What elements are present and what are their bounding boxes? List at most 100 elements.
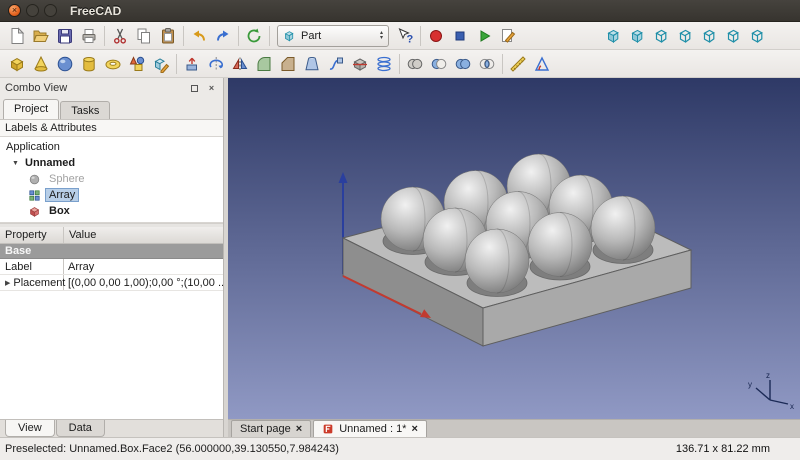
tab-tasks[interactable]: Tasks	[60, 101, 110, 119]
part-union-button[interactable]	[451, 52, 475, 76]
part-chamfer-button[interactable]	[276, 52, 300, 76]
tree-item-box[interactable]: Box	[0, 203, 223, 219]
undo-button[interactable]	[187, 24, 211, 48]
property-group-base[interactable]: Base	[0, 244, 223, 259]
tree-items: SphereArrayBox	[0, 171, 223, 219]
redo-button[interactable]	[211, 24, 235, 48]
part-boolean-icon	[406, 55, 424, 73]
part-cross-sections-button[interactable]	[372, 52, 396, 76]
cut-button[interactable]	[108, 24, 132, 48]
part-primitives-button[interactable]	[125, 52, 149, 76]
file-new-button[interactable]	[5, 24, 29, 48]
status-message: Preselected: Unnamed.Box.Face2 (56.00000…	[5, 443, 339, 455]
paste-button[interactable]	[156, 24, 180, 48]
close-icon: ×	[209, 83, 214, 93]
view-front-button[interactable]	[649, 24, 673, 48]
file-save-button[interactable]	[53, 24, 77, 48]
part-extrude-button[interactable]	[180, 52, 204, 76]
tab-close-icon[interactable]: ×	[296, 423, 302, 435]
measure-linear-icon	[509, 55, 527, 73]
window-maximize-button[interactable]	[44, 4, 57, 17]
column-value[interactable]: Value	[64, 227, 223, 243]
document-tab-start-page[interactable]: Start page×	[231, 420, 311, 437]
property-row-label[interactable]: LabelArray	[0, 259, 223, 275]
toolbar-separator	[502, 54, 503, 74]
property-row-placement[interactable]: ▶Placement[(0,00 0,00 1,00);0,00 °;(10,0…	[0, 275, 223, 291]
measure-angular-button[interactable]	[530, 52, 554, 76]
tree-document-unnamed[interactable]: ▼ Unnamed	[0, 155, 223, 171]
view-front-icon	[652, 27, 670, 45]
file-save-icon	[56, 27, 74, 45]
expander-icon[interactable]: ▼	[12, 160, 21, 167]
panel-close-button[interactable]: ×	[205, 82, 218, 95]
file-open-button[interactable]	[29, 24, 53, 48]
property-header: Property Value	[0, 227, 223, 244]
view-right-button[interactable]	[697, 24, 721, 48]
print-button[interactable]	[77, 24, 101, 48]
view-top-button[interactable]	[673, 24, 697, 48]
tree-item-label: Box	[45, 204, 74, 218]
macro-stop-button[interactable]	[448, 24, 472, 48]
3d-view[interactable]: z y x	[228, 78, 800, 419]
part-mirror-button[interactable]	[228, 52, 252, 76]
part-sphere-button[interactable]	[53, 52, 77, 76]
tree-section-header: Labels & Attributes	[0, 119, 223, 137]
undo-icon	[190, 27, 208, 45]
part-boolean-button[interactable]	[403, 52, 427, 76]
tree-box-icon	[28, 205, 41, 218]
tree-root-application[interactable]: Application	[0, 139, 223, 155]
tab-data[interactable]: Data	[56, 420, 105, 437]
toolbar-file: Part▴▾?	[0, 22, 800, 50]
macro-edit-button[interactable]	[496, 24, 520, 48]
part-section-icon	[351, 55, 369, 73]
part-cut-button[interactable]	[427, 52, 451, 76]
part-torus-button[interactable]	[101, 52, 125, 76]
tab-close-icon[interactable]: ×	[411, 423, 417, 435]
property-value[interactable]: Array	[64, 261, 223, 273]
draw-style-icon	[604, 27, 622, 45]
title-bar[interactable]: × FreeCAD	[0, 0, 800, 22]
view-bottom-button[interactable]	[745, 24, 769, 48]
macro-play-button[interactable]	[472, 24, 496, 48]
workbench-selector[interactable]: Part▴▾	[277, 25, 389, 47]
macro-play-icon	[475, 27, 493, 45]
document-tab-unnamed-1[interactable]: Unnamed : 1*×	[313, 420, 427, 437]
view-rear-button[interactable]	[721, 24, 745, 48]
part-box-button[interactable]	[5, 52, 29, 76]
combo-view-title: Combo View	[5, 82, 67, 94]
expander-icon[interactable]: ▶	[5, 279, 10, 287]
file-open-icon	[32, 27, 50, 45]
column-property[interactable]: Property	[0, 227, 64, 243]
tree-item-array[interactable]: Array	[0, 187, 223, 203]
part-revolve-button[interactable]	[204, 52, 228, 76]
part-fillet-button[interactable]	[252, 52, 276, 76]
view-isometric-button[interactable]	[625, 24, 649, 48]
part-cross-sections-icon	[375, 55, 393, 73]
window-close-button[interactable]: ×	[8, 4, 21, 17]
copy-button[interactable]	[132, 24, 156, 48]
part-sweep-button[interactable]	[324, 52, 348, 76]
view-rear-icon	[724, 27, 742, 45]
tab-view[interactable]: View	[5, 420, 55, 437]
whats-this-icon: ?	[396, 27, 414, 45]
tree-sphere-icon	[28, 173, 41, 186]
refresh-button[interactable]	[242, 24, 266, 48]
part-section-button[interactable]	[348, 52, 372, 76]
tab-project[interactable]: Project	[3, 99, 59, 119]
part-cone-button[interactable]	[29, 52, 53, 76]
view-toolbar-group	[601, 24, 769, 48]
part-shapebuilder-button[interactable]	[149, 52, 173, 76]
whats-this-button[interactable]: ?	[393, 24, 417, 48]
part-cylinder-button[interactable]	[77, 52, 101, 76]
macro-record-button[interactable]	[424, 24, 448, 48]
dropdown-arrows-icon[interactable]: ▴▾	[380, 31, 384, 41]
part-cut-icon	[430, 55, 448, 73]
property-value[interactable]: [(0,00 0,00 1,00);0,00 °;(10,00 ...	[64, 277, 223, 289]
panel-float-button[interactable]	[188, 82, 201, 95]
part-common-button[interactable]	[475, 52, 499, 76]
part-loft-button[interactable]	[300, 52, 324, 76]
tree-item-sphere[interactable]: Sphere	[0, 171, 223, 187]
measure-linear-button[interactable]	[506, 52, 530, 76]
window-minimize-button[interactable]	[26, 4, 39, 17]
draw-style-button[interactable]	[601, 24, 625, 48]
